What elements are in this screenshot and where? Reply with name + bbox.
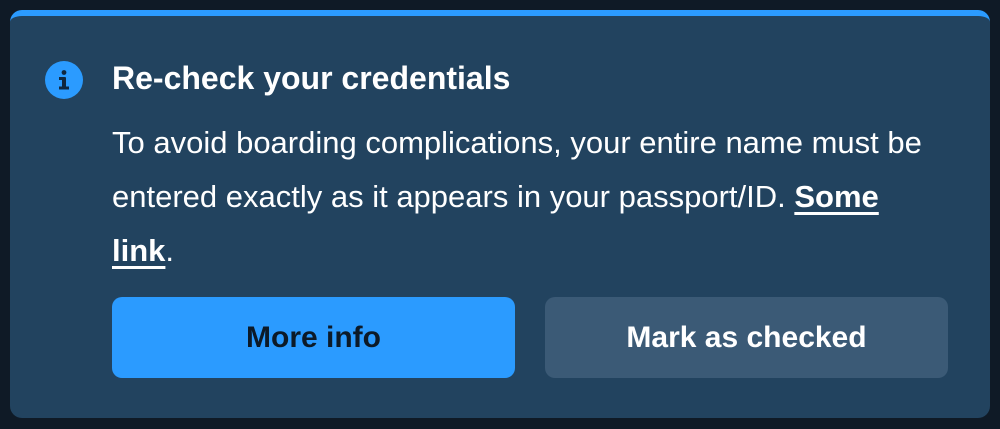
alert-title: Re-check your credentials (112, 60, 511, 96)
more-info-button[interactable]: More info (112, 297, 515, 378)
alert-actions: More info Mark as checked (112, 297, 948, 378)
message-period: . (165, 233, 175, 268)
mark-as-checked-button[interactable]: Mark as checked (545, 297, 948, 378)
info-icon (45, 61, 83, 99)
credentials-alert: Re-check your credentials To avoid board… (10, 10, 990, 418)
alert-message: To avoid boarding complications, your en… (112, 116, 932, 278)
